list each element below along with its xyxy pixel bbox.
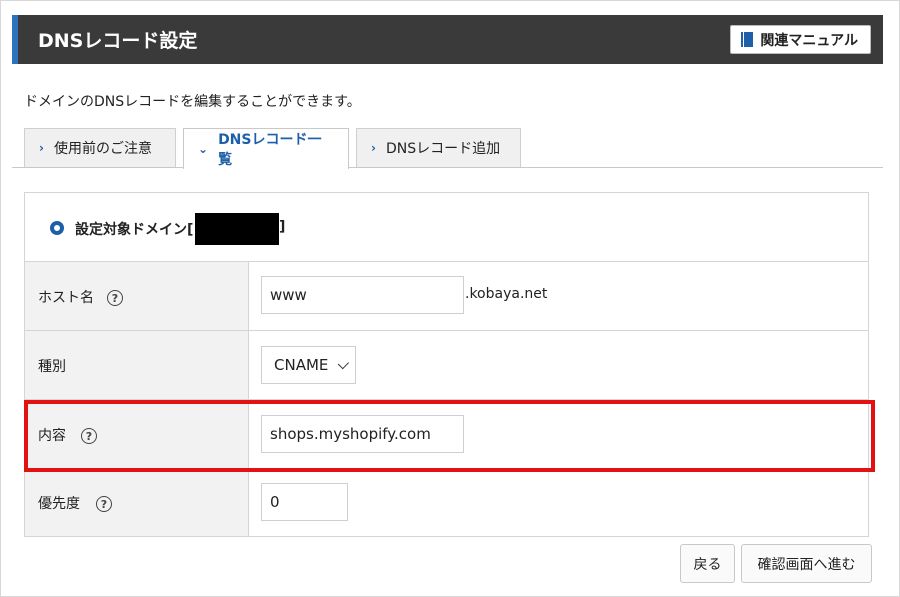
target-domain-row: 設定対象ドメイン[ ] xyxy=(25,193,868,262)
chevron-right-icon: › xyxy=(39,141,44,155)
host-label: ホスト名 xyxy=(38,290,94,306)
priority-input[interactable] xyxy=(261,483,348,521)
tab-label: 使用前のご注意 xyxy=(53,141,152,157)
chevron-down-icon xyxy=(338,357,350,369)
priority-label: 優先度 xyxy=(38,496,80,512)
host-row: ホスト名 ? .kobaya.net xyxy=(25,262,868,331)
tab-precautions[interactable]: › 使用前のご注意 xyxy=(24,128,176,167)
tab-label: DNSレコード一覧 xyxy=(218,132,322,168)
tab-bar: › 使用前のご注意 ⌄ DNSレコード一覧 › DNSレコード追加 xyxy=(24,128,884,169)
content-label-cell: 内容 ? xyxy=(25,400,249,468)
content-row: 内容 ? xyxy=(25,400,868,469)
tab-label: DNSレコード追加 xyxy=(385,141,501,157)
page-description: ドメインのDNSレコードを編集することができます。 xyxy=(24,94,361,110)
radio-selected-icon xyxy=(50,221,64,235)
redacted-domain xyxy=(195,213,279,245)
tab-dns-record-add[interactable]: › DNSレコード追加 xyxy=(356,128,521,167)
target-domain-label: 設定対象ドメイン[ xyxy=(75,222,194,238)
help-icon[interactable]: ? xyxy=(96,496,112,512)
type-label: 種別 xyxy=(38,359,66,375)
host-input[interactable] xyxy=(261,276,464,314)
content-input[interactable] xyxy=(261,415,464,453)
content-label: 内容 xyxy=(38,428,66,444)
chevron-down-icon: ⌄ xyxy=(198,142,209,156)
priority-label-cell: 優先度 ? xyxy=(25,469,249,536)
target-domain-close-bracket: ] xyxy=(279,219,286,235)
type-row: 種別 CNAME xyxy=(25,331,868,400)
back-button[interactable]: 戻る xyxy=(680,544,735,583)
chevron-right-icon: › xyxy=(371,141,376,155)
related-manual-button[interactable]: 関連マニュアル xyxy=(730,25,871,54)
help-icon[interactable]: ? xyxy=(107,290,123,306)
host-domain-suffix: .kobaya.net xyxy=(465,286,548,302)
book-icon xyxy=(741,32,754,47)
type-select-value: CNAME xyxy=(274,356,329,374)
host-label-cell: ホスト名 ? xyxy=(25,262,249,330)
help-icon[interactable]: ? xyxy=(81,428,97,444)
priority-row: 優先度 ? xyxy=(25,469,868,536)
page-header: DNSレコード設定 関連マニュアル xyxy=(12,15,883,64)
type-select[interactable]: CNAME xyxy=(261,346,356,384)
confirm-button[interactable]: 確認画面へ進む xyxy=(741,544,872,583)
type-label-cell: 種別 xyxy=(25,331,249,399)
related-manual-label: 関連マニュアル xyxy=(760,32,858,49)
tab-dns-record-list[interactable]: ⌄ DNSレコード一覧 xyxy=(183,128,349,169)
page-title: DNSレコード設定 xyxy=(38,30,198,52)
dns-record-form: 設定対象ドメイン[ ] ホスト名 ? .kobaya.net 種別 CNAME … xyxy=(24,192,869,537)
